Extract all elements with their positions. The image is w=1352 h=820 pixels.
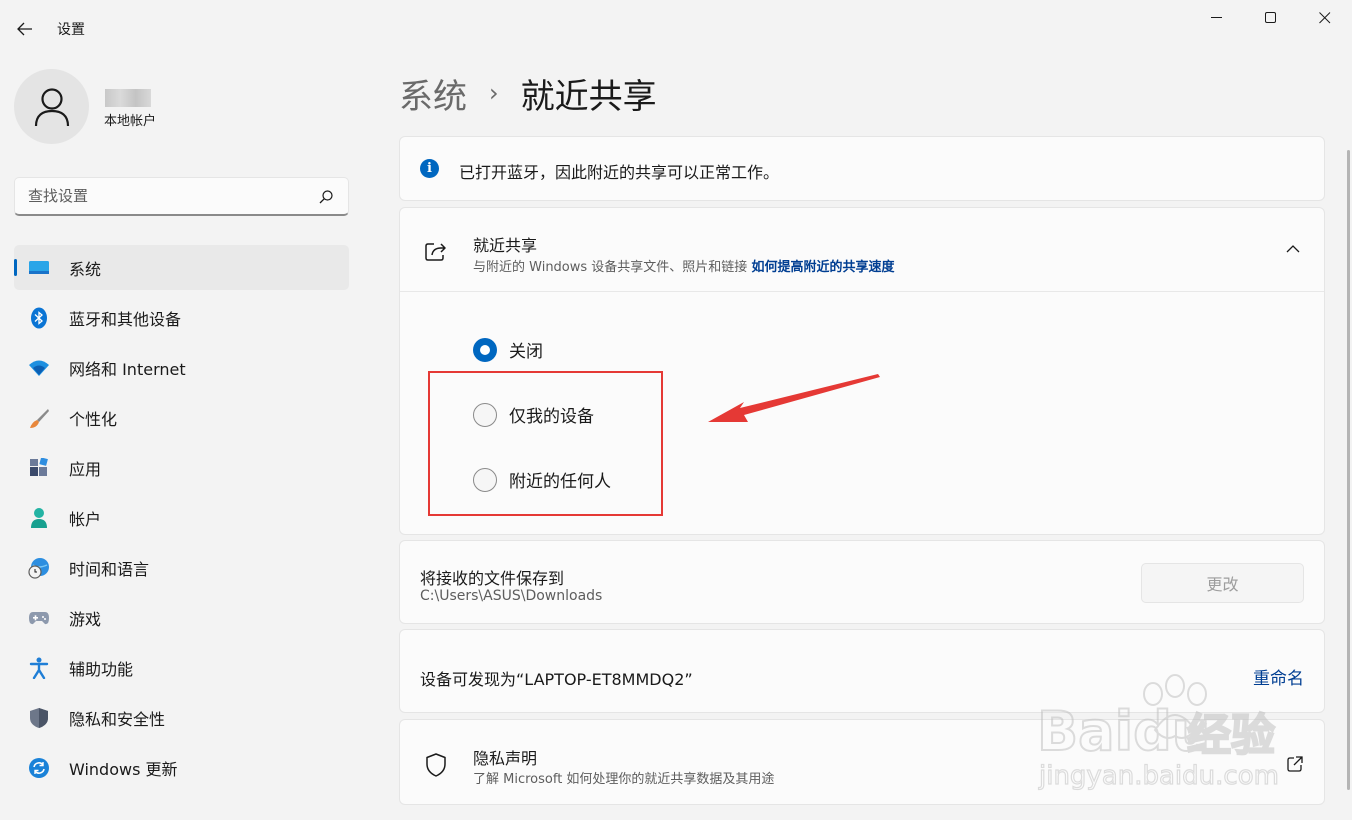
change-location-button[interactable]: 更改 [1141,563,1304,603]
back-button[interactable] [10,14,40,44]
close-icon [1319,12,1331,24]
share-icon [425,243,446,261]
radio-button[interactable] [473,402,497,427]
sidebar-item-label: 帐户 [69,509,102,529]
privacy-title: 隐私声明 [473,749,538,768]
sidebar-item-accounts[interactable]: 帐户 [14,495,349,540]
sidebar-item-gaming[interactable]: 游戏 [14,595,349,640]
bluetooth-info-card: i 已打开蓝牙，因此附近的共享可以正常工作。 [399,136,1325,201]
account-type: 本地帐户 [104,114,157,129]
radio-option-my-devices[interactable]: 仅我的设备 [473,402,594,427]
avatar[interactable] [14,69,89,144]
radio-label: 仅我的设备 [509,407,594,427]
account-icon [28,507,50,529]
sidebar-item-system[interactable]: 系统 [14,245,349,290]
sidebar-item-apps[interactable]: 应用 [14,445,349,490]
privacy-subtitle: 了解 Microsoft 如何处理你的就近共享数据及其用途 [473,772,775,787]
sidebar-item-label: 个性化 [69,409,118,429]
radio-label: 附近的任何人 [509,472,611,492]
share-speed-link[interactable]: 如何提高附近的共享速度 [751,260,894,275]
maximize-button[interactable] [1244,0,1298,36]
nearby-share-card: 就近共享 与附近的 Windows 设备共享文件、照片和链接 如何提高附近的共享… [399,207,1325,535]
brush-icon [28,407,50,429]
wifi-icon [28,357,50,379]
update-icon [28,757,50,779]
sidebar-item-label: 隐私和安全性 [69,709,166,729]
nearby-share-description: 与附近的 Windows 设备共享文件、照片和链接 [473,260,748,275]
sidebar-item-bluetooth[interactable]: 蓝牙和其他设备 [14,295,349,340]
minimize-icon [1211,17,1222,18]
app-title: 设置 [57,22,85,38]
radio-label: 关闭 [509,342,543,362]
sidebar-nav: 系统 蓝牙和其他设备 网络和 Internet 个性化 应用 帐户 时间和语言 … [14,245,349,795]
sidebar-item-personalization[interactable]: 个性化 [14,395,349,440]
save-location-card: 将接收的文件保存到 C:\Users\ASUS\Downloads 更改 [399,540,1325,624]
sidebar-item-label: 应用 [69,459,102,479]
nearby-share-subtitle: 与附近的 Windows 设备共享文件、照片和链接 如何提高附近的共享速度 [473,256,894,275]
search-box[interactable] [14,177,349,216]
scrollbar[interactable] [1347,150,1350,790]
rename-link[interactable]: 重命名 [1253,664,1304,689]
search-input[interactable] [28,187,298,205]
close-button[interactable] [1298,0,1352,36]
sidebar-item-label: 蓝牙和其他设备 [69,309,182,329]
radio-option-everyone[interactable]: 附近的任何人 [473,467,611,492]
save-location-path: C:\Users\ASUS\Downloads [420,588,603,604]
page-title: 就近共享 [520,76,657,117]
info-icon: i [420,159,439,178]
privacy-statement-card[interactable]: 隐私声明 了解 Microsoft 如何处理你的就近共享数据及其用途 [399,719,1325,805]
accessibility-icon [28,657,50,679]
breadcrumb-separator: › [489,79,499,107]
sidebar-item-time-language[interactable]: 时间和语言 [14,545,349,590]
device-discoverable-text: 设备可发现为“LAPTOP-ET8MMDQ2” [420,670,693,689]
search-icon[interactable] [318,189,334,205]
back-arrow-icon [17,22,32,36]
privacy-shield-icon [426,753,446,777]
minimize-button[interactable] [1190,0,1244,36]
sidebar-item-label: Windows 更新 [69,759,178,779]
gamepad-icon [28,607,50,629]
breadcrumb-parent[interactable]: 系统 [399,69,467,118]
save-location-title: 将接收的文件保存到 [420,569,565,588]
apps-icon [28,457,50,479]
chevron-up-icon[interactable] [1284,240,1302,258]
breadcrumb: 系统 › 就近共享 [399,68,657,118]
bluetooth-icon [28,307,50,329]
sidebar-item-label: 游戏 [69,609,102,629]
nearby-share-header[interactable]: 就近共享 与附近的 Windows 设备共享文件、照片和链接 如何提高附近的共享… [400,208,1324,292]
title-bar: 设置 [0,0,1352,60]
sidebar-item-label: 系统 [69,259,102,279]
device-name-card: 设备可发现为“LAPTOP-ET8MMDQ2” 重命名 [399,629,1325,713]
shield-icon [28,707,50,729]
user-name-redacted [105,89,151,107]
system-icon [28,257,50,279]
sidebar-item-label: 网络和 Internet [69,359,186,379]
sidebar-item-windows-update[interactable]: Windows 更新 [14,745,349,790]
radio-button[interactable] [473,337,497,362]
sidebar-item-label: 时间和语言 [69,559,150,579]
sidebar-item-label: 辅助功能 [69,659,134,679]
user-icon [34,87,69,126]
nearby-share-title: 就近共享 [473,236,538,255]
sidebar-item-privacy[interactable]: 隐私和安全性 [14,695,349,740]
radio-button[interactable] [473,467,497,492]
info-text: 已打开蓝牙，因此附近的共享可以正常工作。 [459,163,780,182]
maximize-icon [1265,12,1276,23]
radio-option-off[interactable]: 关闭 [473,337,543,362]
external-link-icon[interactable] [1286,755,1304,773]
sidebar-item-accessibility[interactable]: 辅助功能 [14,645,349,690]
sidebar-item-network[interactable]: 网络和 Internet [14,345,349,390]
time-language-icon [28,557,50,579]
